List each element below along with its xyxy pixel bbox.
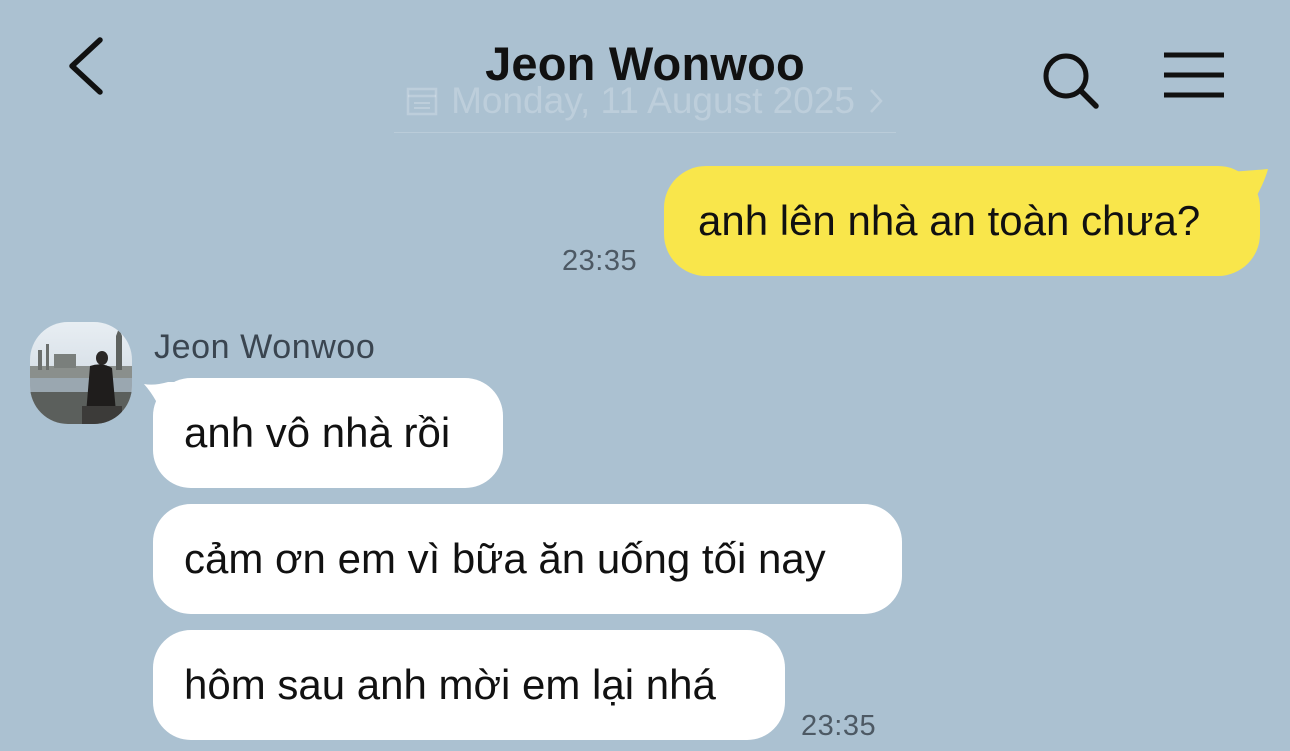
message-text: cảm ơn em vì bữa ăn uống tối nay bbox=[184, 535, 826, 582]
incoming-message-bubble[interactable]: cảm ơn em vì bữa ăn uống tối nay bbox=[153, 504, 902, 614]
incoming-message-bubble[interactable]: anh vô nhà rồi bbox=[153, 378, 503, 488]
message-timestamp: 23:35 bbox=[562, 245, 638, 277]
menu-button[interactable] bbox=[1160, 50, 1228, 102]
avatar[interactable] bbox=[30, 322, 132, 424]
message-text: anh vô nhà rồi bbox=[184, 409, 451, 456]
sender-name: Jeon Wonwoo bbox=[154, 328, 376, 366]
message-text: hôm sau anh mời em lại nhá bbox=[184, 661, 716, 708]
hamburger-menu-icon bbox=[1164, 52, 1224, 98]
chat-header: Monday, 11 August 2025 Jeon Wonwoo bbox=[0, 0, 1290, 140]
search-button[interactable] bbox=[1038, 48, 1102, 112]
outgoing-message-bubble[interactable]: anh lên nhà an toàn chưa? bbox=[664, 166, 1260, 276]
incoming-message-bubble[interactable]: hôm sau anh mời em lại nhá bbox=[153, 630, 785, 740]
profile-photo bbox=[30, 322, 132, 424]
message-timestamp: 23:35 bbox=[801, 710, 877, 742]
message-text: anh lên nhà an toàn chưa? bbox=[698, 197, 1201, 244]
search-icon bbox=[1043, 53, 1099, 109]
